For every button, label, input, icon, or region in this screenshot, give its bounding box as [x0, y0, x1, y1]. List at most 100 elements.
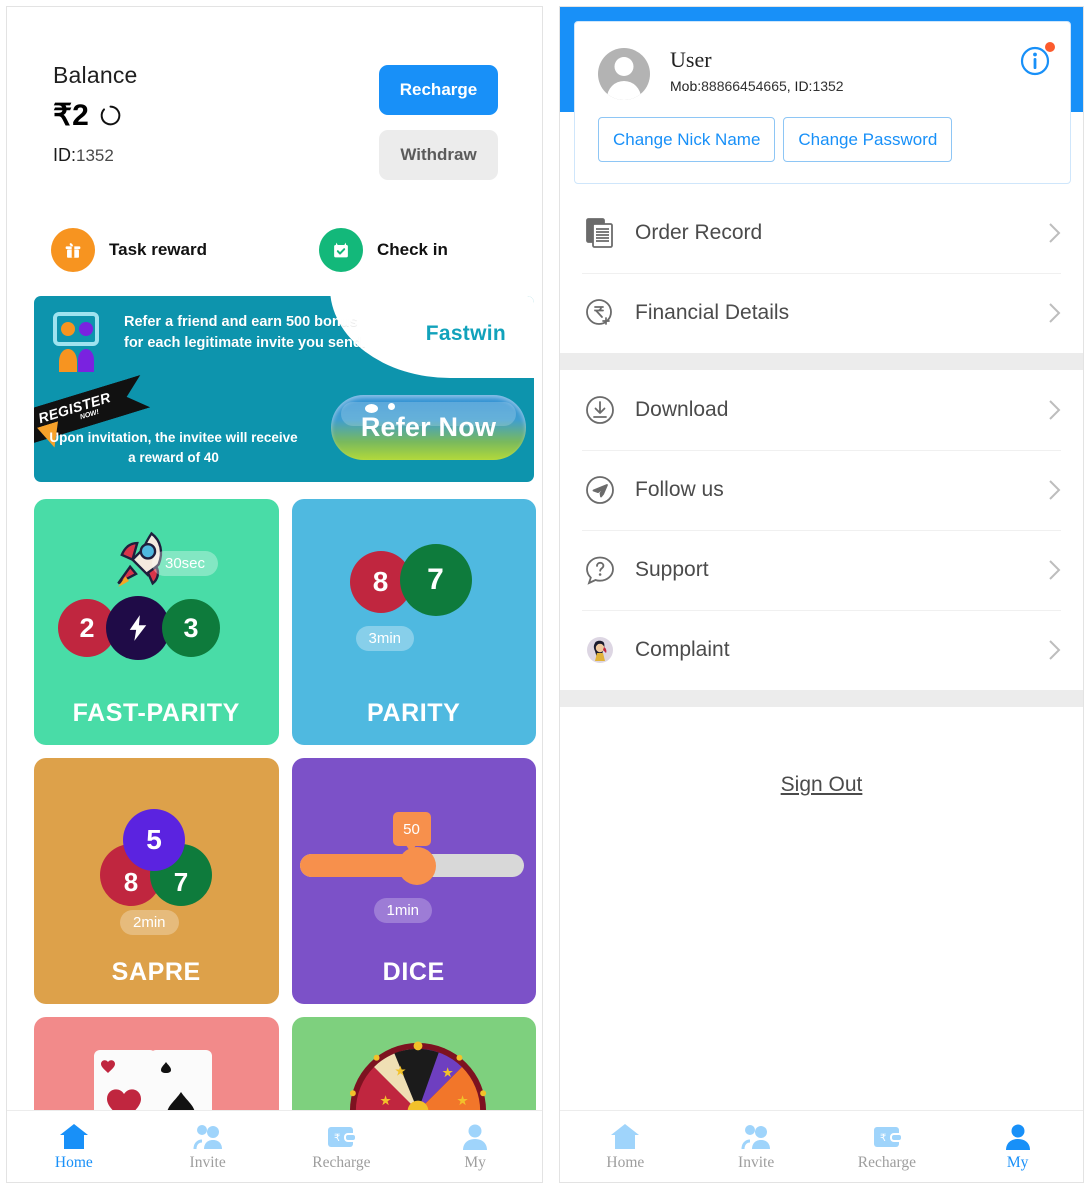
tab-invite-label: Invite — [738, 1153, 775, 1171]
ball-green: 3 — [162, 599, 220, 657]
person-icon — [463, 1124, 488, 1150]
menu-label: Support — [635, 558, 709, 581]
wallet-icon: ₹ — [873, 1126, 903, 1147]
menu-item-support[interactable]: Support — [560, 530, 1083, 610]
menu-item-download[interactable]: Download — [560, 370, 1083, 450]
mob-value: 88866454665 — [701, 78, 787, 94]
app-screenshot: Balance ₹2 ID:1352 Recharge Withdraw Tas… — [0, 0, 1090, 1189]
tab-home[interactable]: Home — [560, 1122, 691, 1172]
info-notification-badge — [1045, 42, 1055, 52]
banner-headline: Refer a friend and earn 500 bonus for ea… — [124, 314, 366, 351]
tab-recharge[interactable]: ₹ Recharge — [275, 1122, 409, 1172]
game-timer-fast-parity: 30sec — [152, 551, 219, 576]
dice-slider-value: 50 — [392, 812, 431, 846]
svg-text:★: ★ — [456, 1093, 468, 1108]
tab-recharge-label: Recharge — [857, 1153, 916, 1171]
refresh-icon[interactable] — [98, 103, 123, 128]
profile-name: User — [670, 47, 712, 72]
svg-text:₹: ₹ — [334, 1133, 340, 1144]
my-tabbar: Home Invite ₹ Recharge My — [560, 1110, 1083, 1182]
tab-recharge[interactable]: ₹ Recharge — [822, 1122, 953, 1172]
menu-item-complaint[interactable]: Complaint — [560, 610, 1083, 690]
id-label: , ID: — [786, 78, 813, 94]
documents-icon — [582, 215, 618, 251]
referral-banner[interactable]: Fastwin Refer a friend and earn 500 bonu… — [34, 296, 534, 482]
menu-label: Complaint — [635, 638, 730, 661]
calendar-check-icon — [318, 228, 363, 272]
telegram-circle-icon — [582, 472, 618, 508]
wallet-icon: ₹ — [328, 1126, 358, 1147]
sign-out-button[interactable]: Sign Out — [781, 773, 863, 797]
tab-invite[interactable]: Invite — [141, 1122, 275, 1172]
complaint-avatar-icon — [582, 632, 618, 668]
id-value: 1352 — [812, 78, 844, 94]
menu-separator — [560, 353, 1083, 370]
balance-label: Balance — [53, 62, 138, 88]
chevron-right-icon — [1049, 400, 1061, 420]
change-password-button[interactable]: Change Password — [783, 117, 953, 162]
tab-recharge-label: Recharge — [312, 1153, 371, 1171]
withdraw-button[interactable]: Withdraw — [379, 130, 498, 180]
menu-item-financial-details[interactable]: Financial Details — [560, 273, 1083, 353]
rupee-circle-plus-icon — [582, 295, 618, 331]
refer-highlight-dot-1 — [365, 404, 378, 413]
game-card-parity[interactable]: 8 7 3min PARITY — [291, 499, 536, 745]
banner-subtext: Upon invitation, the invitee will receiv… — [49, 430, 298, 465]
mob-label: Mob: — [670, 78, 702, 94]
game-grid: 30sec 2 3 FAST-PARITY 8 7 3min PARITY 8 … — [34, 499, 536, 1182]
profile-action-buttons: Change Nick Name Change Password — [598, 117, 953, 162]
user-id: ID:1352 — [53, 145, 138, 166]
menu-item-follow-us[interactable]: Follow us — [560, 450, 1083, 530]
menu-separator — [560, 690, 1083, 707]
svg-text:★: ★ — [394, 1063, 406, 1078]
tab-invite[interactable]: Invite — [691, 1122, 822, 1172]
complaint-glyph — [587, 637, 613, 663]
refer-now-button[interactable]: Refer Now — [331, 395, 526, 460]
quick-actions: Task reward Check in — [51, 228, 448, 272]
recharge-button[interactable]: Recharge — [379, 65, 498, 115]
check-in-action[interactable]: Check in — [318, 228, 448, 272]
person-icon — [1005, 1124, 1030, 1150]
home-panel: Balance ₹2 ID:1352 Recharge Withdraw Tas… — [6, 6, 543, 1183]
dice-slider-thumb[interactable] — [397, 847, 436, 885]
my-panel: User Mob:88866454665, ID:1352 Change Nic… — [559, 6, 1084, 1183]
chevron-right-icon — [1049, 303, 1061, 323]
game-card-dice[interactable]: 50 1min DICE — [291, 758, 536, 1004]
chevron-right-icon — [1049, 480, 1061, 500]
game-card-sapre[interactable]: 8 7 5 2min SAPRE — [34, 758, 279, 1004]
invite-icon — [741, 1124, 771, 1149]
chevron-right-icon — [1049, 560, 1061, 580]
brand-logo: Fastwin — [425, 322, 506, 345]
chevron-right-icon — [1049, 223, 1061, 243]
home-tabbar: Home Invite ₹ Recharge My — [7, 1110, 542, 1182]
menu-item-order-record[interactable]: Order Record — [560, 193, 1083, 273]
svg-text:★: ★ — [379, 1093, 391, 1108]
tab-home[interactable]: Home — [7, 1122, 141, 1172]
question-chat-icon — [582, 552, 618, 588]
tab-my-label: My — [1006, 1153, 1029, 1171]
invite-icon — [193, 1124, 222, 1149]
tab-my[interactable]: My — [952, 1122, 1083, 1172]
menu-label: Download — [635, 398, 729, 421]
refer-people-icon — [53, 312, 99, 372]
bolt-icon — [129, 615, 147, 641]
game-card-fast-parity[interactable]: 30sec 2 3 FAST-PARITY — [34, 499, 279, 745]
change-nick-name-button[interactable]: Change Nick Name — [598, 117, 776, 162]
user-id-prefix: ID: — [53, 145, 77, 165]
tab-home-label: Home — [606, 1153, 645, 1171]
task-reward-action[interactable]: Task reward — [51, 228, 207, 272]
tab-my[interactable]: My — [408, 1122, 542, 1172]
balance-amount: ₹2 — [53, 99, 89, 132]
menu-group-more: Download Follow us Support Complaint — [560, 370, 1083, 690]
ribbon-main: REGISTER — [36, 389, 113, 427]
sign-out-area: Sign Out — [560, 773, 1083, 797]
svg-text:₹: ₹ — [880, 1133, 886, 1144]
svg-text:★: ★ — [441, 1065, 453, 1080]
ball-bolt — [106, 596, 170, 660]
game-timer-dice: 1min — [373, 898, 433, 923]
game-timer-parity: 3min — [355, 626, 415, 651]
avatar-icon[interactable] — [598, 48, 650, 100]
menu-label: Follow us — [635, 478, 724, 501]
game-title-fast-parity: FAST-PARITY — [72, 699, 240, 727]
game-title-parity: PARITY — [367, 699, 461, 727]
